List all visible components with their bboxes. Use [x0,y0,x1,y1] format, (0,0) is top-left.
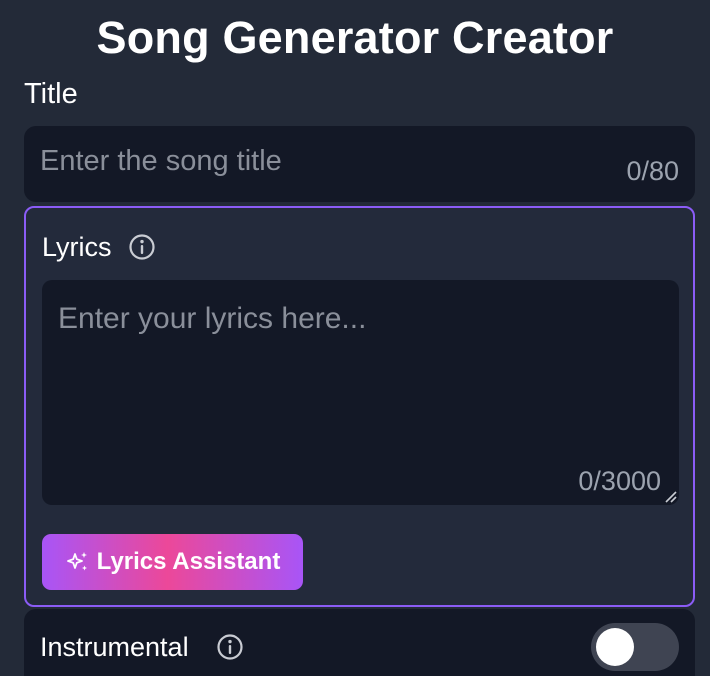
title-char-counter: 0/80 [626,156,679,186]
sparkle-icon [65,549,91,575]
page-title: Song Generator Creator [96,12,614,63]
lyrics-info-icon[interactable] [128,233,156,261]
lyrics-assistant-button[interactable]: Lyrics Assistant [42,534,303,590]
lyrics-assistant-label: Lyrics Assistant [96,548,281,575]
title-field: 0/80 [24,126,695,202]
instrumental-row: Instrumental [24,609,695,676]
toggle-knob [596,628,634,666]
lyrics-char-counter: 0/3000 [578,466,661,496]
instrumental-toggle[interactable] [591,623,679,671]
song-title-input[interactable] [24,126,695,202]
instrumental-label: Instrumental [40,632,189,662]
song-generator-page: Song Generator Creator Title 0/80 Lyrics… [0,0,710,676]
lyrics-label: Lyrics [42,231,112,262]
title-label: Title [24,78,78,110]
lyrics-card: Lyrics 0/3000 [24,206,695,607]
lyrics-field: 0/3000 [42,280,679,505]
instrumental-info-icon[interactable] [216,633,244,661]
resize-handle-icon[interactable] [663,489,677,503]
lyrics-header: Lyrics [42,230,156,264]
